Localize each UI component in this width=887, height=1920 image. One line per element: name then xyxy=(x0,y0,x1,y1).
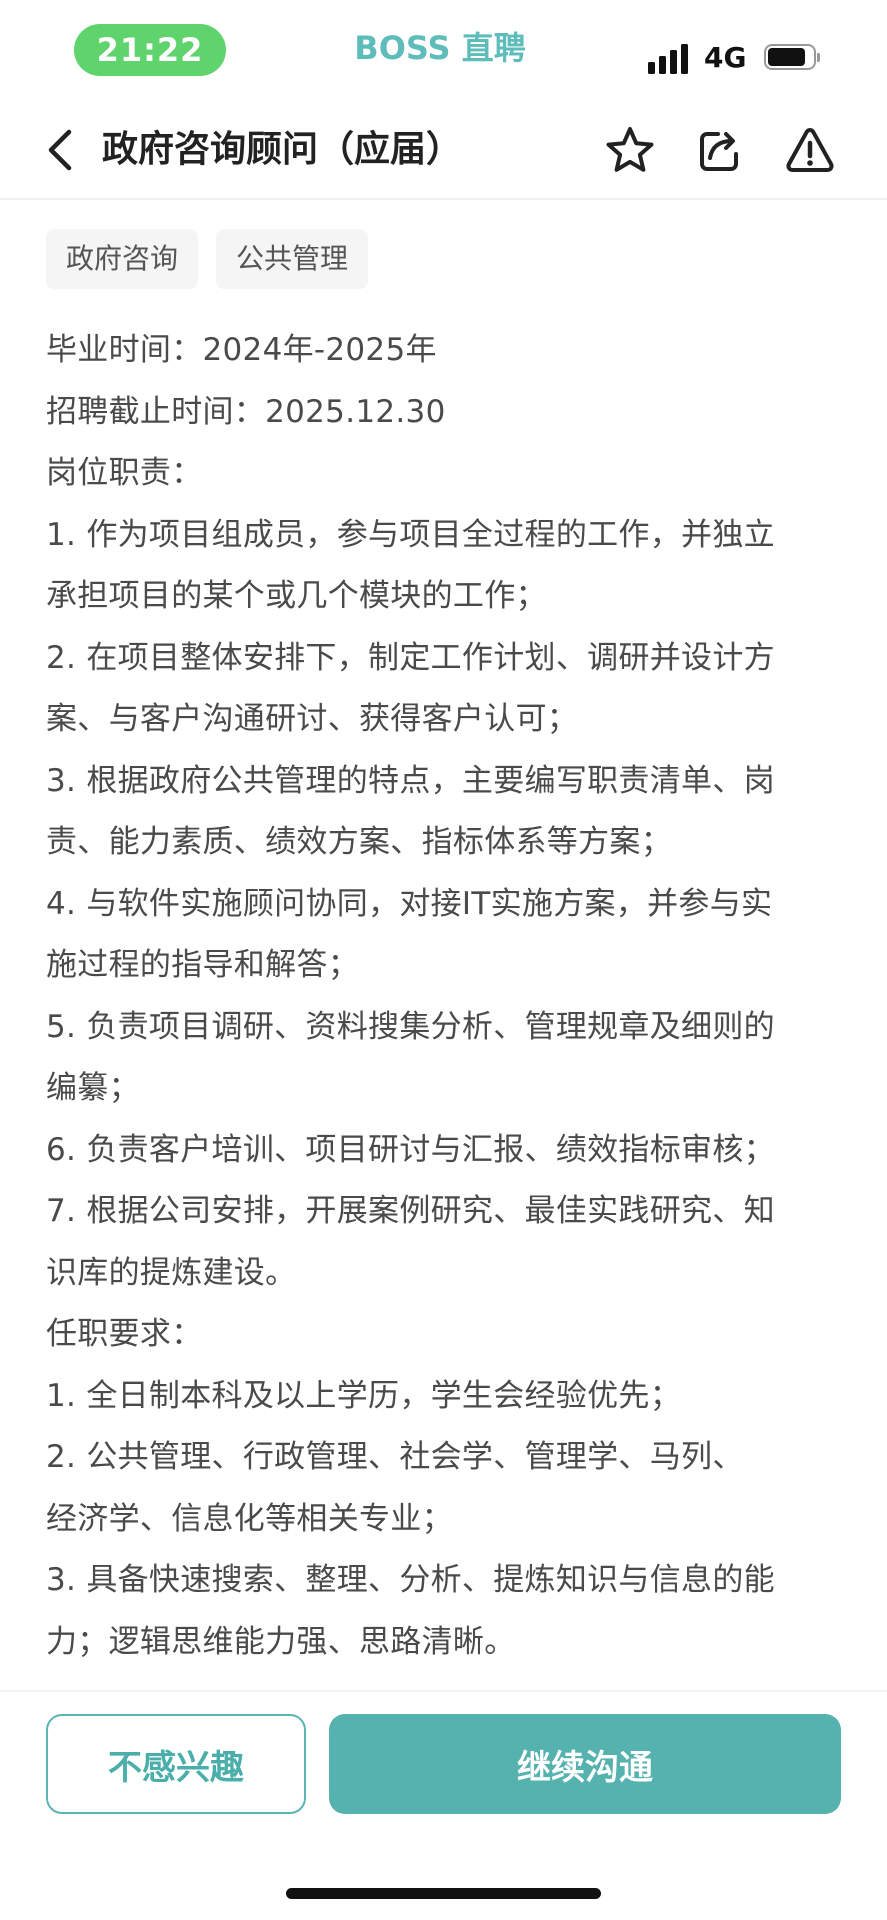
description-line: 招聘截止时间：2025.12.30 xyxy=(46,393,446,430)
description-line: 力；逻辑思维能力强、思路清晰。 xyxy=(46,1623,516,1660)
description-line: 识库的提炼建设。 xyxy=(46,1254,297,1291)
report-button[interactable] xyxy=(782,122,838,178)
not-interested-button[interactable]: 不感兴趣 xyxy=(46,1714,306,1814)
description-line: 7. 根据公司安排，开展案例研究、最佳实践研究、知 xyxy=(46,1193,775,1229)
app-name: BOSS 直聘 xyxy=(354,29,526,67)
warning-icon xyxy=(786,128,834,172)
home-indicator[interactable] xyxy=(286,1888,601,1899)
description-line: 5. 负责项目调研、资料搜集分析、管理规章及细则的 xyxy=(46,1008,775,1045)
description-line: 任职要求： xyxy=(46,1316,203,1352)
favorite-button[interactable] xyxy=(602,122,658,178)
description-line: 责、能力素质、绩效方案、指标体系等方案； xyxy=(46,824,672,860)
share-button[interactable] xyxy=(692,122,748,178)
description-line: 毕业时间：2024年-2025年 xyxy=(46,332,437,368)
description-line: 3. 具备快速搜索、整理、分析、提炼知识与信息的能 xyxy=(46,1562,775,1598)
description-line: 1. 全日制本科及以上学历，学生会经验优先； xyxy=(46,1377,682,1414)
description-line: 经济学、信息化等相关专业； xyxy=(46,1500,453,1537)
description-line: 施过程的指导和解答； xyxy=(46,947,359,983)
battery-icon xyxy=(764,44,820,72)
star-icon xyxy=(606,127,654,172)
signal-icon xyxy=(648,42,692,74)
description-line: 编纂； xyxy=(46,1070,140,1106)
description-line: 承担项目的某个或几个模块的工作； xyxy=(46,578,547,614)
tag-government-consulting: 政府咨询 xyxy=(46,229,199,289)
nav-bar: 政府咨询顾问（应届） xyxy=(0,100,887,200)
bottom-divider xyxy=(0,1690,887,1692)
description-line: 2. 在项目整体安排下，制定工作计划、调研并设计方 xyxy=(46,639,775,676)
description-line: 4. 与软件实施顾问协同，对接IT实施方案，并参与实 xyxy=(46,885,773,922)
description-line: 1. 作为项目组成员，参与项目全过程的工作，并独立 xyxy=(46,516,775,553)
continue-chat-button[interactable]: 继续沟通 xyxy=(329,1714,841,1814)
back-button[interactable] xyxy=(34,120,86,180)
status-bar: 21:22 BOSS 直聘 4G xyxy=(0,0,887,100)
page-title: 政府咨询顾问（应届） xyxy=(102,129,463,170)
description-line: 案、与客户沟通研讨、获得客户认可； xyxy=(46,701,579,737)
network-label: 4G xyxy=(704,41,747,74)
description-line: 岗位职责： xyxy=(46,455,203,491)
status-time: 21:22 xyxy=(74,24,226,76)
tag-public-management: 公共管理 xyxy=(216,229,369,289)
share-icon xyxy=(700,132,738,171)
job-description: 毕业时间：2024年-2025年 招聘截止时间：2025.12.30 岗位职责：… xyxy=(46,320,846,1673)
description-line: 3. 根据政府公共管理的特点，主要编写职责清单、岗 xyxy=(46,762,775,799)
description-line: 6. 负责客户培训、项目研讨与汇报、绩效指标审核； xyxy=(46,1131,775,1168)
back-arrow-icon xyxy=(48,129,72,171)
description-line: 2. 公共管理、行政管理、社会学、管理学、马列、 xyxy=(46,1439,744,1475)
job-tags: 政府咨询 公共管理 xyxy=(46,229,369,289)
